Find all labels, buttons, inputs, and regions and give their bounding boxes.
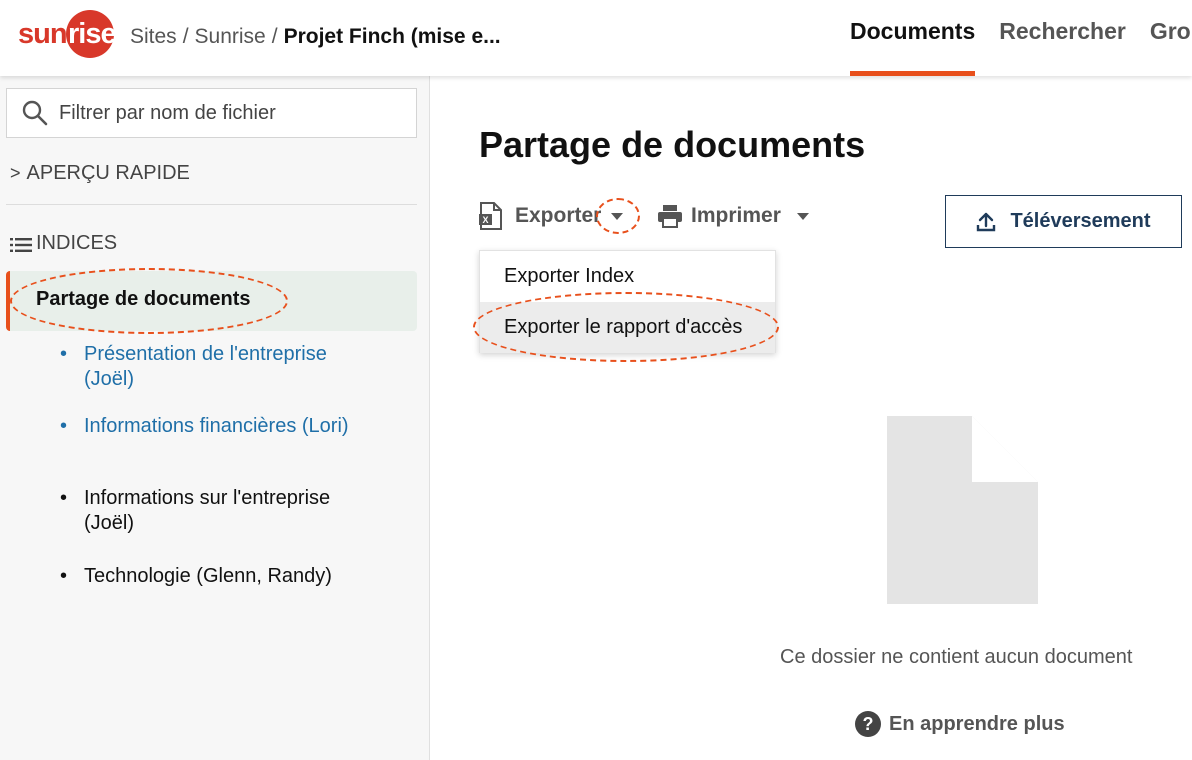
- sunrise-logo[interactable]: sun rise: [16, 10, 117, 58]
- excel-file-icon: X: [479, 202, 503, 230]
- top-nav: Documents Rechercher Grou: [850, 0, 1192, 76]
- sidebar-item-active[interactable]: Partage de documents: [6, 271, 417, 331]
- list-icon: [10, 236, 32, 252]
- help-icon: ?: [855, 711, 881, 737]
- bullet: •: [60, 343, 68, 365]
- indices-header[interactable]: INDICES: [10, 232, 117, 255]
- learn-more-link[interactable]: ? En apprendre plus: [855, 711, 1065, 737]
- main-content: Partage de documents X Exporter Imprimer…: [431, 76, 1192, 760]
- tab-documents[interactable]: Documents: [850, 0, 976, 76]
- export-label: Exporter: [515, 204, 602, 227]
- export-dropdown-menu: Exporter Index Exporter le rapport d'acc…: [479, 250, 776, 353]
- indices-label: INDICES: [36, 232, 118, 254]
- learn-more-label: En apprendre plus: [889, 712, 1065, 735]
- bullet: •: [60, 487, 68, 509]
- empty-message: Ce dossier ne contient aucun document: [780, 646, 1133, 668]
- quick-view-toggle[interactable]: > APERÇU RAPIDE: [10, 162, 190, 185]
- breadcrumb-sunrise[interactable]: Sunrise: [195, 25, 266, 48]
- tab-rechercher[interactable]: Rechercher: [999, 0, 1126, 76]
- list-item-label: Technologie (Glenn, Randy): [84, 565, 332, 587]
- sidebar-divider: [6, 204, 417, 205]
- breadcrumb-separator: /: [182, 25, 189, 48]
- printer-icon: [657, 204, 683, 228]
- svg-text:X: X: [482, 215, 488, 225]
- logo-text-right: rise: [68, 18, 117, 50]
- print-button[interactable]: Imprimer: [657, 200, 809, 232]
- breadcrumb-sites[interactable]: Sites: [130, 25, 177, 48]
- upload-button[interactable]: Téléversement: [945, 195, 1182, 248]
- breadcrumb-current: Projet Finch (mise e...: [283, 25, 501, 48]
- breadcrumb-separator: /: [271, 25, 278, 48]
- quick-view-label: APERÇU RAPIDE: [26, 162, 190, 184]
- sidebar-item-label: Partage de documents: [36, 288, 251, 310]
- empty-document-icon: [887, 416, 1038, 609]
- chevron-right-icon: >: [10, 163, 21, 183]
- export-button[interactable]: X Exporter: [479, 200, 624, 232]
- upload-label: Téléversement: [1010, 210, 1151, 232]
- print-label: Imprimer: [691, 204, 781, 227]
- breadcrumb: Sites / Sunrise / Projet Finch (mise e...: [130, 25, 501, 49]
- tab-groups[interactable]: Grou: [1150, 0, 1192, 76]
- search-icon: [21, 99, 49, 127]
- bullet: •: [60, 415, 68, 437]
- file-filter-search: [6, 88, 417, 138]
- page-title: Partage de documents: [479, 124, 866, 165]
- menu-item-export-index[interactable]: Exporter Index: [480, 251, 775, 302]
- top-header: sun rise Sites / Sunrise / Projet Finch (mis…: [0, 0, 1192, 76]
- sidebar: > APERÇU RAPIDE INDICES Partage de docum…: [0, 76, 430, 760]
- list-item-label: Présentation de l'entreprise (Joël): [84, 343, 327, 390]
- logo-text-left: sun: [18, 18, 68, 50]
- menu-item-export-access-report[interactable]: Exporter le rapport d'accès: [480, 302, 775, 353]
- list-item-label: Informations financières (Lori): [84, 415, 349, 437]
- chevron-down-icon[interactable]: [796, 212, 809, 220]
- upload-icon: [977, 212, 996, 231]
- chevron-down-icon[interactable]: [611, 212, 624, 220]
- list-item-label: Informations sur l'entreprise (Joël): [84, 487, 331, 534]
- bullet: •: [60, 565, 68, 587]
- search-input[interactable]: [59, 101, 399, 125]
